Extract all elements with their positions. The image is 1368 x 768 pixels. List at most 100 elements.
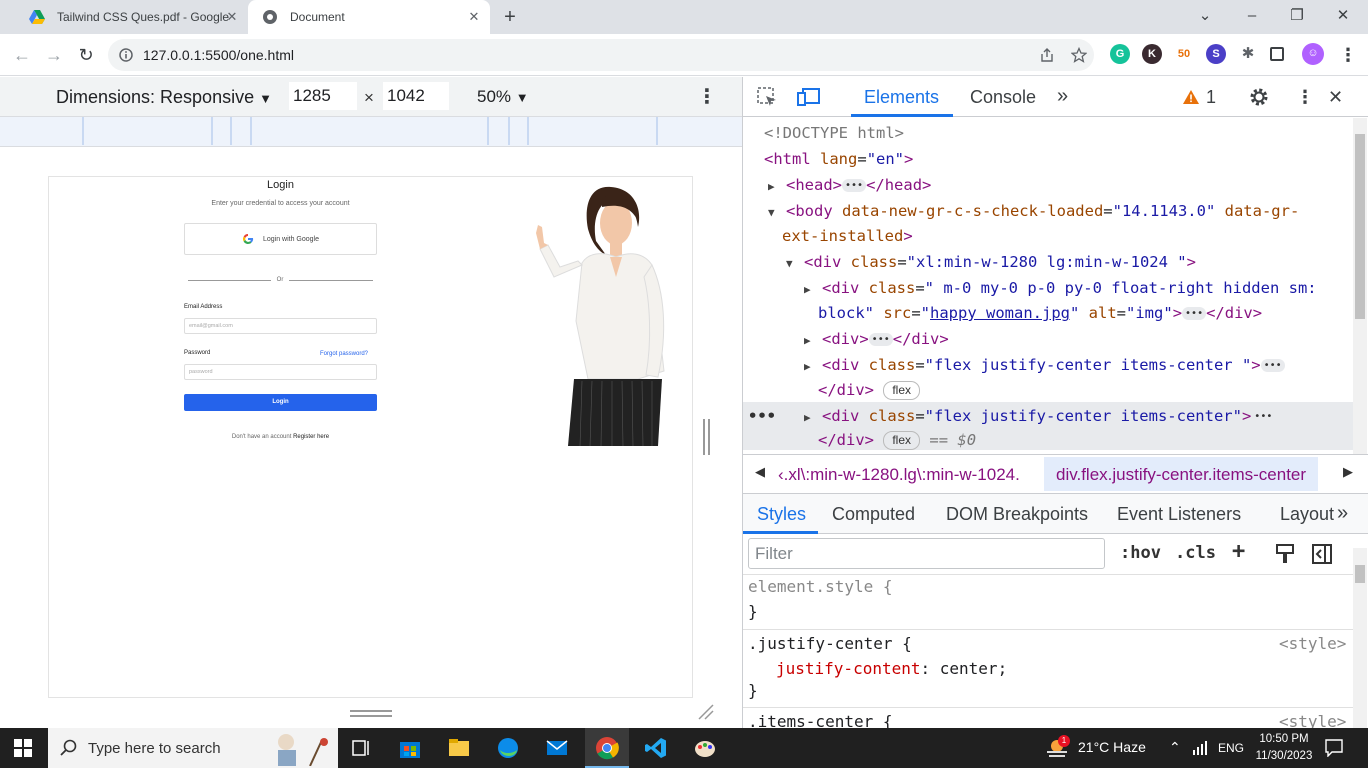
chrome-taskbar-button-active[interactable]: [585, 728, 629, 768]
height-input[interactable]: 1042: [383, 82, 449, 110]
media-query-marker[interactable]: [211, 117, 213, 145]
weather-text[interactable]: 21°C Haze: [1078, 739, 1146, 755]
dom-node-div-wrapper[interactable]: ▼ <div class="xl:min-w-1280 lg:min-w-1024…: [786, 253, 1196, 271]
edge-browser-icon[interactable]: [496, 736, 520, 760]
rule-declaration[interactable]: justify-content: center;: [776, 659, 1007, 678]
expand-triangle-icon[interactable]: ▶: [768, 180, 786, 193]
cls-toggle[interactable]: .cls: [1175, 543, 1216, 563]
info-icon[interactable]: [119, 48, 133, 62]
bookmark-star-icon[interactable]: [1071, 47, 1087, 63]
collapse-triangle-icon[interactable]: ▼: [786, 257, 804, 270]
dom-node-html[interactable]: <html lang="en">: [764, 150, 913, 168]
resize-corner-icon[interactable]: [697, 703, 715, 721]
new-tab-button[interactable]: +: [498, 5, 522, 29]
rule-justify-center[interactable]: .justify-center {: [748, 634, 912, 653]
ellipsis-icon[interactable]: •••: [868, 333, 893, 346]
media-query-marker[interactable]: [230, 117, 232, 145]
ellipsis-icon[interactable]: •••: [1260, 359, 1285, 372]
grammarly-icon[interactable]: G: [1110, 44, 1130, 64]
ellipsis-icon[interactable]: •••: [1182, 307, 1207, 320]
tab-document[interactable]: Document ✕: [248, 0, 490, 34]
resize-handle-vertical-icon[interactable]: [703, 419, 711, 455]
ellipsis-icon[interactable]: •••: [842, 179, 867, 192]
address-bar[interactable]: 127.0.0.1:5500/one.html: [108, 39, 1094, 71]
rule-element-style[interactable]: element.style {: [748, 577, 893, 596]
more-tabs-icon[interactable]: »: [1057, 85, 1068, 108]
dom-node-doctype[interactable]: <!DOCTYPE html>: [764, 124, 904, 142]
settings-gear-icon[interactable]: [1248, 86, 1270, 108]
new-rule-icon[interactable]: +: [1232, 539, 1245, 564]
notifications-icon[interactable]: [1325, 739, 1343, 757]
k-extension-icon[interactable]: K: [1142, 44, 1162, 64]
login-with-google-button[interactable]: Login with Google: [184, 223, 377, 255]
mail-icon[interactable]: [545, 736, 569, 760]
show-hidden-icons-chevron-icon[interactable]: ⌃: [1169, 739, 1181, 756]
taskbar-search-box[interactable]: Type here to search: [48, 728, 338, 768]
dom-node-div-flex-2-selected[interactable]: ▶ <div class="flex justify-center items-c…: [804, 407, 1276, 425]
flex-badge[interactable]: flex: [883, 431, 921, 450]
breadcrumb-right-icon[interactable]: ▶: [1343, 464, 1353, 480]
tab-event-listeners[interactable]: Event Listeners: [1117, 504, 1241, 525]
expand-triangle-icon[interactable]: ▶: [804, 334, 822, 347]
email-field[interactable]: email@gmail.com: [184, 318, 377, 334]
puzzle-extensions-icon[interactable]: ✱: [1238, 44, 1258, 64]
password-field[interactable]: password: [184, 364, 377, 380]
inspect-element-icon[interactable]: [756, 86, 778, 108]
media-query-marker[interactable]: [250, 117, 252, 145]
media-query-marker[interactable]: [527, 117, 529, 145]
device-toggle-icon[interactable]: [797, 86, 821, 108]
file-explorer-icon[interactable]: [447, 736, 471, 760]
side-panel-icon[interactable]: [1270, 47, 1284, 61]
flex-badge[interactable]: flex: [883, 381, 921, 400]
restore-button[interactable]: ❐: [1285, 4, 1309, 28]
zoom-select[interactable]: 50% ▼: [477, 87, 529, 107]
close-tab-icon[interactable]: ✕: [224, 9, 240, 25]
resize-handle-horizontal-icon[interactable]: [350, 710, 392, 718]
width-input[interactable]: 1285: [289, 82, 357, 110]
tab-search-icon[interactable]: ⌄: [1193, 4, 1217, 28]
dom-node-div-collapsed[interactable]: ▶ <div> ••• </div>: [804, 330, 949, 348]
register-link[interactable]: Register here: [293, 434, 329, 440]
browser-menu-icon[interactable]: ⋮: [1336, 43, 1360, 67]
styles-scrollbar-thumb[interactable]: [1355, 565, 1365, 583]
paint-brush-icon[interactable]: [1275, 543, 1295, 565]
media-query-bar[interactable]: [0, 117, 742, 147]
dom-node-head[interactable]: ▶ <head> ••• </head>: [768, 176, 931, 194]
node-actions-ellipsis-icon[interactable]: •••: [748, 407, 776, 425]
rule-source-link[interactable]: <style>: [1279, 634, 1346, 653]
media-query-marker[interactable]: [487, 117, 489, 145]
media-query-marker[interactable]: [656, 117, 658, 145]
tab-elements[interactable]: Elements: [864, 87, 939, 108]
close-devtools-icon[interactable]: ✕: [1328, 87, 1343, 108]
dom-node-div-flex-1[interactable]: ▶ <div class="flex justify-center items-c…: [804, 356, 1285, 374]
vscode-icon[interactable]: [644, 736, 668, 760]
breadcrumb-item[interactable]: ‹.xl\:min-w-1280.lg\:min-w-1024.: [778, 465, 1020, 485]
collapse-triangle-icon[interactable]: ▼: [768, 206, 786, 219]
breadcrumb-left-icon[interactable]: ◀: [755, 464, 765, 480]
expand-triangle-icon[interactable]: ▶: [804, 360, 822, 373]
more-tabs-icon[interactable]: »: [1337, 502, 1348, 525]
close-window-button[interactable]: ✕: [1331, 4, 1355, 28]
styles-filter-input[interactable]: Filter: [748, 538, 1105, 569]
expand-triangle-icon[interactable]: ▶: [804, 283, 822, 296]
tab-tailwind-pdf[interactable]: Tailwind CSS Ques.pdf - Google ✕: [15, 0, 248, 34]
taskbar-clock[interactable]: 10:50 PM 11/30/2023: [1250, 731, 1318, 765]
ellipsis-icon[interactable]: •••: [1251, 410, 1276, 423]
tab-console[interactable]: Console: [970, 87, 1036, 108]
warning-count[interactable]: 1: [1206, 87, 1216, 108]
forward-button[interactable]: →: [42, 43, 66, 67]
dom-node-div-image[interactable]: ▶ <div class=" m-0 my-0 p-0 py-0 float-ri…: [804, 279, 1317, 297]
expand-triangle-icon[interactable]: ▶: [804, 411, 822, 424]
media-query-marker[interactable]: [82, 117, 84, 145]
task-view-icon[interactable]: [349, 736, 373, 760]
tab-layout[interactable]: Layout: [1280, 504, 1334, 525]
share-icon[interactable]: [1039, 47, 1055, 63]
dom-scrollbar-thumb[interactable]: [1355, 134, 1365, 319]
back-button[interactable]: ←: [10, 43, 34, 67]
devtools-menu-icon[interactable]: ⋮: [1296, 87, 1314, 108]
paint-icon[interactable]: [693, 736, 717, 760]
windows-start-icon[interactable]: [14, 739, 32, 757]
dimensions-select[interactable]: Dimensions: Responsive ▼: [56, 87, 272, 108]
login-button[interactable]: Login: [184, 394, 377, 411]
tab-dom-breakpoints[interactable]: DOM Breakpoints: [946, 504, 1088, 525]
